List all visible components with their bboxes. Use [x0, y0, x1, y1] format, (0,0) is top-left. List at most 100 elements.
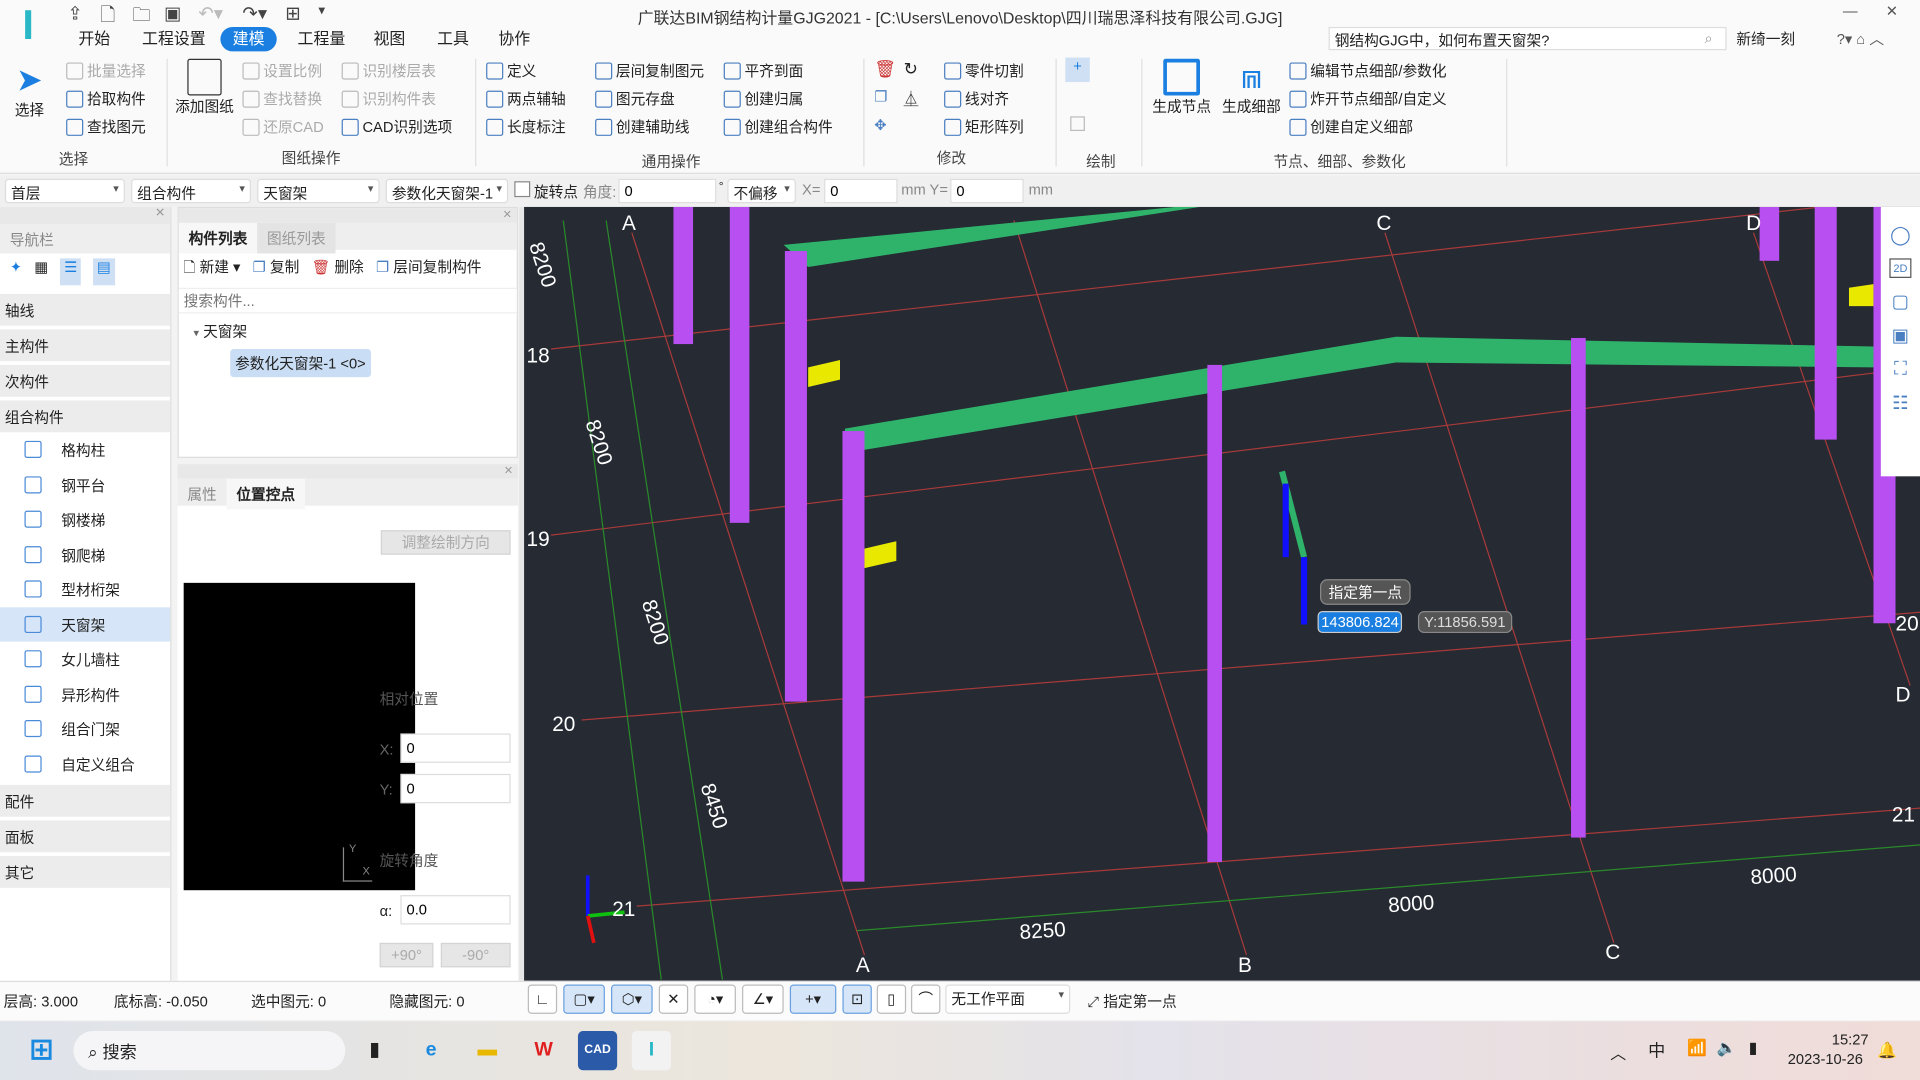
menu-quantity[interactable]: 工程量 — [285, 27, 357, 51]
identify-floor-table-button[interactable]: 识别楼层表 — [341, 60, 436, 81]
minus-90-button[interactable]: -90° — [440, 942, 511, 968]
search-icon[interactable]: ⌕ — [1704, 29, 1712, 47]
arc-icon[interactable]: ⌒ — [911, 984, 941, 1014]
create-combo-component-button[interactable]: 创建组合构件 — [723, 116, 833, 137]
cad-options-button[interactable]: CAD识别选项 — [341, 116, 452, 137]
rect-draw-icon[interactable] — [1070, 116, 1085, 132]
windows-start-icon[interactable]: ⊞ — [22, 1031, 61, 1070]
type-select[interactable]: 组合构件 — [131, 178, 252, 204]
menu-tools[interactable]: 工具 — [425, 27, 481, 51]
tab-component-list[interactable]: 构件列表 — [178, 222, 258, 254]
close-icon[interactable]: ✕ — [155, 207, 170, 220]
ortho-icon[interactable]: ∟ — [527, 984, 558, 1014]
adjust-direction-button[interactable]: 调整绘制方向 — [380, 530, 511, 555]
close-icon[interactable]: ✕ — [1886, 2, 1898, 19]
tab-control-points[interactable]: 位置控点 — [226, 478, 305, 510]
create-ownership-button[interactable]: 创建归属 — [723, 88, 803, 109]
fit-view-icon[interactable]: ⛶ — [1894, 359, 1907, 380]
nav-item-truss[interactable]: 型材桁架 — [0, 572, 170, 607]
rotate-icon[interactable]: ↻ — [904, 59, 918, 80]
orbit-icon[interactable]: ◯ — [1890, 224, 1911, 246]
menu-modeling[interactable]: 建模 — [220, 26, 277, 52]
battery-icon[interactable]: ▮ — [1749, 1038, 1758, 1058]
wps-icon[interactable]: W — [524, 1031, 563, 1070]
select-button[interactable]: ➤ 选择 — [15, 61, 44, 120]
edit-node-detail-button[interactable]: 编辑节点细部/参数化 — [1289, 60, 1447, 81]
menu-start[interactable]: 开始 — [66, 27, 122, 51]
3d-box-icon[interactable]: ⬡▾ — [611, 984, 653, 1014]
tree-node-skylight[interactable]: ▾ 天窗架 — [179, 313, 517, 349]
nav-item-steel-platform[interactable]: 钢平台 — [0, 467, 170, 502]
rel-y-input[interactable] — [400, 773, 511, 804]
gjg-app-icon[interactable]: I — [631, 1031, 672, 1071]
restore-cad-button[interactable]: 还原CAD — [242, 116, 324, 137]
cad-icon[interactable]: CAD — [577, 1031, 618, 1071]
copy-floor-component-button[interactable]: ❐ 层间复制构件 — [376, 256, 481, 282]
rotate-point-checkbox[interactable] — [514, 181, 531, 198]
snap-icon[interactable]: +▾ — [789, 984, 837, 1014]
3d-viewport[interactable]: A C D A B C D 18 19 20 21 20 21 8200 820… — [524, 206, 1920, 981]
clock-date[interactable]: 2023-10-26 — [1788, 1051, 1863, 1068]
desktop-app-icon[interactable]: ▮ — [355, 1031, 394, 1070]
mirror-icon[interactable]: ⏅ — [904, 88, 919, 109]
component-select[interactable]: 参数化天窗架-1 — [385, 178, 509, 204]
nav-cat-other[interactable]: 其它 — [0, 855, 171, 888]
nav-item-steel-stair[interactable]: 钢楼梯 — [0, 502, 170, 537]
delete-button[interactable]: 🗑 删除 — [312, 256, 364, 282]
define-button[interactable]: 定义 — [486, 60, 536, 81]
tree-node-param-skylight[interactable]: 参数化天窗架-1 <0> — [230, 348, 371, 378]
plus-90-button[interactable]: +90° — [379, 942, 434, 968]
subtype-select[interactable]: 天窗架 — [257, 178, 380, 204]
work-plane-select[interactable]: 无工作平面 — [945, 984, 1071, 1014]
create-custom-detail-button[interactable]: 创建自定义细部 — [1289, 116, 1413, 137]
clock-time[interactable]: 15:27 — [1824, 1031, 1869, 1048]
copy-icon[interactable]: ❐ — [874, 88, 887, 105]
nav-item-steel-ladder[interactable]: 钢爬梯 — [0, 537, 170, 572]
volume-icon[interactable]: 🔈 — [1717, 1038, 1737, 1058]
part-cut-button[interactable]: 零件切割 — [944, 60, 1024, 81]
save-element-button[interactable]: 图元存盘 — [595, 88, 675, 109]
nav-cat-axis[interactable]: 轴线 — [0, 293, 171, 326]
nav-cat-accessory[interactable]: 配件 — [0, 784, 171, 817]
menu-collaborate[interactable]: 协作 — [486, 27, 542, 51]
nav-cat-panel[interactable]: 面板 — [0, 820, 171, 853]
x-offset-input[interactable] — [824, 178, 898, 204]
nav-item-lattice-column[interactable]: 格构柱 — [0, 432, 170, 467]
create-aux-line-button[interactable]: 创建辅助线 — [595, 116, 689, 137]
two-point-axis-button[interactable]: 两点辅轴 — [486, 88, 566, 109]
generate-detail-button[interactable]: ⩎ 生成细部 — [1222, 58, 1281, 117]
identify-component-table-button[interactable]: 识别构件表 — [341, 88, 436, 109]
pick-component-button[interactable]: 拾取构件 — [66, 88, 146, 109]
group-modify[interactable]: 修改 — [937, 147, 966, 168]
rel-x-input[interactable] — [400, 733, 511, 763]
find-element-button[interactable]: 查找图元 — [66, 116, 146, 137]
dynamic-input-icon[interactable]: ▯ — [876, 984, 907, 1014]
menu-view[interactable]: 视图 — [361, 27, 417, 51]
show-hidden-icons[interactable]: ︿ — [1610, 1041, 1626, 1064]
point-draw-icon[interactable]: + — [1065, 57, 1090, 83]
layout-icon[interactable]: ▦ — [34, 258, 48, 285]
tab-drawing-list[interactable]: 图纸列表 — [257, 222, 336, 254]
batch-select-button[interactable]: 批量选择 — [66, 60, 146, 81]
length-dimension-button[interactable]: 长度标注 — [486, 116, 566, 137]
properties-view-icon[interactable]: ☷ — [1892, 392, 1908, 414]
file-explorer-icon[interactable]: ▬ — [468, 1031, 507, 1070]
nav-item-combo-portal[interactable]: 组合门架 — [0, 711, 170, 746]
snap-settings-icon[interactable]: ⊡ — [842, 984, 872, 1014]
nav-item-skylight-frame[interactable]: 天窗架 — [0, 606, 171, 642]
ime-indicator[interactable]: 中 — [1648, 1038, 1665, 1062]
coord-x-input[interactable]: 143806.824 — [1317, 611, 1403, 634]
nav-item-custom-combo[interactable]: 自定义组合 — [0, 746, 170, 781]
line-align-button[interactable]: 线对齐 — [944, 88, 1009, 109]
delete-icon[interactable]: 🗑 — [874, 59, 896, 80]
y-offset-input[interactable] — [950, 178, 1024, 204]
menu-project-settings[interactable]: 工程设置 — [130, 27, 218, 51]
2d-view-icon[interactable]: 2D — [1889, 258, 1912, 278]
close-icon[interactable]: ✕ — [177, 464, 518, 479]
help-icon[interactable]: ?▾ ⌂ ︿ — [1837, 28, 1884, 49]
group-drawing[interactable]: 图纸操作 — [282, 147, 341, 168]
move-icon[interactable]: ✥ — [874, 116, 886, 133]
cube-view-icon[interactable]: ▣ — [1892, 324, 1909, 347]
nav-item-parapet-column[interactable]: 女儿墙柱 — [0, 642, 170, 677]
taskbar-search[interactable]: ⌕ 搜索 — [73, 1031, 346, 1071]
